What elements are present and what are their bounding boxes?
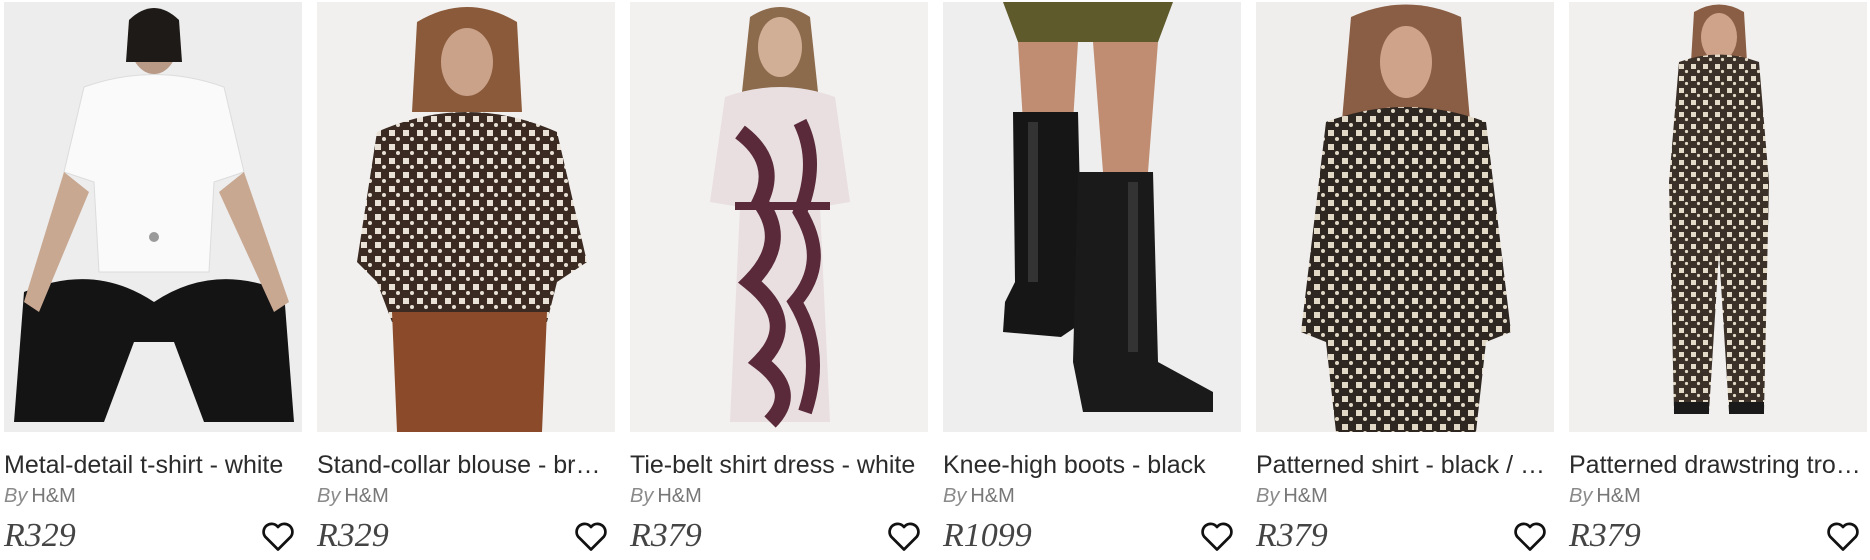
product-card[interactable]: Metal-detail t-shirt - white By H&M R329 [4,2,302,556]
product-brand: By H&M [1569,484,1867,508]
product-image[interactable] [630,2,928,432]
heart-icon[interactable] [573,518,609,554]
brand-name[interactable]: H&M [1283,485,1327,507]
product-card[interactable]: Tie-belt shirt dress - white By H&M R379 [630,2,928,556]
brand-name[interactable]: H&M [344,485,388,507]
heart-icon[interactable] [260,518,296,554]
product-grid: Metal-detail t-shirt - white ByH&M R329 [4,2,1867,556]
brand-name[interactable]: H&M [1596,485,1640,507]
product-card[interactable]: Knee-high boots - black By H&M R1099 [943,2,1241,556]
brand-prefix: By [943,485,967,507]
product-photo-boots [943,2,1241,432]
brand-prefix: By [1256,485,1280,507]
product-image[interactable] [4,2,302,432]
price-row: R379 [1569,516,1867,556]
brand-name[interactable]: H&M [657,485,701,507]
product-photo-trousers [1569,2,1867,432]
heart-icon[interactable] [886,518,922,554]
product-price: R379 [1256,517,1328,554]
price-row: R379 [1256,516,1554,556]
heart-icon[interactable] [1825,518,1861,554]
price-row: R329 [317,516,615,556]
product-photo-shirt [1256,2,1554,432]
heart-icon[interactable] [1512,518,1548,554]
product-card[interactable]: Stand-collar blouse - brown By H&M R329 [317,2,615,556]
product-price: R379 [630,517,702,554]
product-photo-dress [630,2,928,432]
brand-prefix: By [630,485,654,507]
product-card[interactable]: Patterned drawstring trousers By H&M R379 [1569,2,1867,556]
product-price: R329 [317,517,389,554]
product-price: R379 [1569,517,1641,554]
product-brand: By H&M [630,484,928,508]
price-row: R379 [630,516,928,556]
product-title[interactable]: Patterned drawstring trousers [1569,450,1867,480]
product-brand: By H&M [317,484,615,508]
product-title[interactable]: Patterned shirt - black / beige [1256,450,1554,480]
brand-name[interactable]: H&M [31,485,75,507]
product-image[interactable] [1569,2,1867,432]
product-brand: By H&M [4,484,302,508]
product-photo-tshirt [4,2,302,432]
product-photo-blouse [317,2,615,432]
brand-prefix: By [1569,485,1593,507]
brand-prefix: By [4,485,28,507]
price-row: R1099 [943,516,1241,556]
product-title[interactable]: Stand-collar blouse - brown [317,450,615,480]
product-image[interactable] [943,2,1241,432]
brand-name[interactable]: H&M [970,485,1014,507]
product-image[interactable] [1256,2,1554,432]
product-card[interactable]: Patterned shirt - black / beige By H&M R3… [1256,2,1554,556]
product-title[interactable]: Knee-high boots - black [943,450,1241,480]
product-title[interactable]: Tie-belt shirt dress - white [630,450,928,480]
product-price: R329 [4,517,76,554]
brand-prefix: By [317,485,341,507]
heart-icon[interactable] [1199,518,1235,554]
product-brand: By H&M [943,484,1241,508]
product-brand: By H&M [1256,484,1554,508]
product-image[interactable] [317,2,615,432]
product-price: R1099 [943,517,1032,554]
price-row: R329 [4,516,302,556]
product-title[interactable]: Metal-detail t-shirt - white [4,450,302,480]
